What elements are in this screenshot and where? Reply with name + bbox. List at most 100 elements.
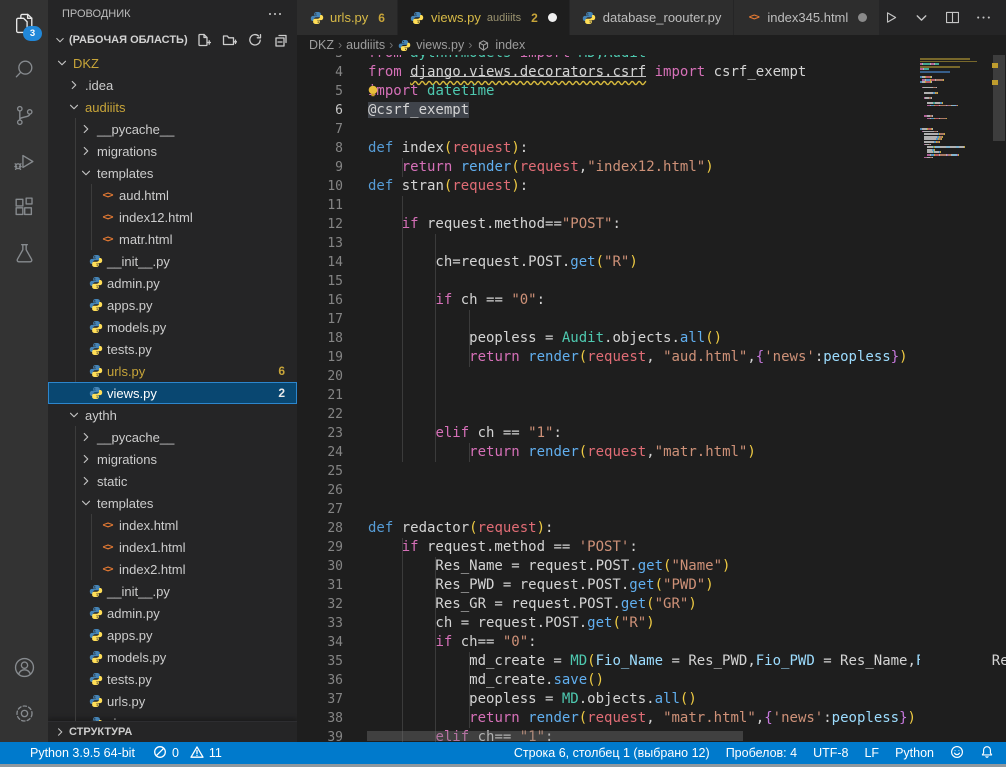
tree-item-admin.py[interactable]: admin.py — [48, 602, 297, 624]
tree-item-index.html[interactable]: <>index.html — [48, 514, 297, 536]
tree-item-matr.html[interactable]: <>matr.html — [48, 228, 297, 250]
code-line-10[interactable]: 10def stran(request): — [297, 177, 1006, 196]
breadcrumb-item-audiiits[interactable]: audiiits — [346, 38, 385, 52]
status-cursor-position[interactable]: Строка 6, столбец 1 (выбрано 12) — [514, 746, 710, 760]
tree-item-templates[interactable]: templates — [48, 162, 297, 184]
status-notifications[interactable] — [980, 745, 994, 762]
code-line-8[interactable]: 8def index(request): — [297, 139, 1006, 158]
code-line-16[interactable]: 16 if ch == "0": — [297, 291, 1006, 310]
tree-item-tests.py[interactable]: tests.py — [48, 338, 297, 360]
tab-database_roouter.py[interactable]: database_roouter.py — [570, 0, 735, 35]
views-more-icon[interactable] — [267, 6, 283, 22]
outline-section-header[interactable]: СТРУКТУРА — [48, 721, 297, 742]
code-line-29[interactable]: 29 if request.method == 'POST': — [297, 538, 1006, 557]
code-line-38[interactable]: 38 return render(request, "matr.html",{'… — [297, 709, 1006, 728]
code-line-7[interactable]: 7 — [297, 120, 1006, 139]
tree-item-urls.py[interactable]: urls.py6 — [48, 360, 297, 382]
status-language-mode[interactable]: Python — [895, 746, 934, 760]
tab-urls.py[interactable]: urls.py6 — [297, 0, 398, 35]
code-line-30[interactable]: 30 Res_Name = request.POST.get("Name") — [297, 557, 1006, 576]
new-file-icon[interactable] — [195, 32, 211, 48]
tree-item-migrations[interactable]: migrations — [48, 448, 297, 470]
split-editor-icon[interactable] — [944, 9, 961, 26]
activity-testing-icon[interactable] — [0, 230, 48, 276]
code-line-36[interactable]: 36 md_create.save() — [297, 671, 1006, 690]
tree-item-index12.html[interactable]: <>index12.html — [48, 206, 297, 228]
code-line-9[interactable]: 9 return render(request,"index12.html") — [297, 158, 1006, 177]
code-line-4[interactable]: 4from django.views.decorators.csrf impor… — [297, 63, 1006, 82]
code-line-22[interactable]: 22 — [297, 405, 1006, 424]
code-line-35[interactable]: 35 md_create = MD(Fio_Name = Res_PWD,Fio… — [297, 652, 1006, 671]
tree-item-.idea[interactable]: .idea — [48, 74, 297, 96]
tree-item-templates[interactable]: templates — [48, 492, 297, 514]
more-actions-icon[interactable] — [975, 9, 992, 26]
tree-item-__init__.py[interactable]: __init__.py — [48, 250, 297, 272]
lightbulb-icon[interactable] — [366, 84, 380, 98]
code-line-6[interactable]: 6@csrf_exempt — [297, 101, 1006, 120]
code-line-17[interactable]: 17 — [297, 310, 1006, 329]
status-problems[interactable]: 011 — [153, 745, 222, 762]
code-line-13[interactable]: 13 — [297, 234, 1006, 253]
collapse-all-icon[interactable] — [273, 32, 289, 48]
code-line-3[interactable]: 3from aythh.models import MD,Audit — [297, 55, 1006, 63]
vertical-scrollbar[interactable] — [992, 55, 1006, 742]
activity-run-debug-icon[interactable] — [0, 138, 48, 184]
status-eol[interactable]: LF — [864, 746, 879, 760]
code-line-19[interactable]: 19 return render(request, "aud.html",{'n… — [297, 348, 1006, 367]
code-line-31[interactable]: 31 Res_PWD = request.POST.get("PWD") — [297, 576, 1006, 595]
breadcrumb-item-DKZ[interactable]: DKZ — [309, 38, 334, 52]
dirty-indicator[interactable] — [548, 13, 557, 22]
code-line-37[interactable]: 37 peopless = MD.objects.all() — [297, 690, 1006, 709]
tree-item-index1.html[interactable]: <>index1.html — [48, 536, 297, 558]
tree-item-aud.html[interactable]: <>aud.html — [48, 184, 297, 206]
status-encoding[interactable]: UTF-8 — [813, 746, 848, 760]
tree-item-migrations[interactable]: migrations — [48, 140, 297, 162]
code-line-20[interactable]: 20 — [297, 367, 1006, 386]
minimap[interactable] — [920, 55, 992, 742]
code-line-14[interactable]: 14 ch=request.POST.get("R") — [297, 253, 1006, 272]
tree-item-apps.py[interactable]: apps.py — [48, 624, 297, 646]
activity-source-control-icon[interactable] — [0, 92, 48, 138]
tree-item-aythh[interactable]: aythh — [48, 404, 297, 426]
tree-item-__pycache__[interactable]: __pycache__ — [48, 426, 297, 448]
code-editor[interactable]: 3from aythh.models import MD,Audit4from … — [297, 55, 1006, 742]
code-line-23[interactable]: 23 elif ch == "1": — [297, 424, 1006, 443]
code-line-18[interactable]: 18 peopless = Audit.objects.all() — [297, 329, 1006, 348]
breadcrumb-item-views.py[interactable]: views.py — [397, 38, 464, 53]
activity-explorer-icon[interactable]: 3 — [0, 0, 48, 46]
code-line-24[interactable]: 24 return render(request,"matr.html") — [297, 443, 1006, 462]
code-line-21[interactable]: 21 — [297, 386, 1006, 405]
status-indentation[interactable]: Пробелов: 4 — [726, 746, 797, 760]
refresh-icon[interactable] — [247, 32, 263, 48]
code-line-33[interactable]: 33 ch = request.POST.get("R") — [297, 614, 1006, 633]
code-line-26[interactable]: 26 — [297, 481, 1006, 500]
tree-item-views.py[interactable]: views.py2 — [48, 382, 297, 404]
tab-views.py[interactable]: views.pyaudiiits2 — [398, 0, 570, 35]
code-line-5[interactable]: 5import datetime — [297, 82, 1006, 101]
tree-item-DKZ[interactable]: DKZ — [48, 52, 297, 74]
workspace-section-header[interactable]: (РАБОЧАЯ ОБЛАСТЬ) ... — [48, 28, 297, 52]
tree-item-tests.py[interactable]: tests.py — [48, 668, 297, 690]
tree-item-urls.py[interactable]: urls.py — [48, 690, 297, 712]
activity-settings-icon[interactable] — [0, 690, 48, 736]
code-line-11[interactable]: 11 — [297, 196, 1006, 215]
code-line-15[interactable]: 15 — [297, 272, 1006, 291]
code-line-28[interactable]: 28def redactor(request): — [297, 519, 1006, 538]
code-line-32[interactable]: 32 Res_GR = request.POST.get("GR") — [297, 595, 1006, 614]
tree-item-apps.py[interactable]: apps.py — [48, 294, 297, 316]
run-python-file-icon[interactable] — [882, 9, 899, 26]
run-dropdown-icon[interactable] — [913, 9, 930, 26]
code-line-25[interactable]: 25 — [297, 462, 1006, 481]
activity-account-icon[interactable] — [0, 644, 48, 690]
tree-item-views.py[interactable]: views.py — [48, 712, 297, 721]
code-line-12[interactable]: 12 if request.method=="POST": — [297, 215, 1006, 234]
code-line-27[interactable]: 27 — [297, 500, 1006, 519]
status-feedback[interactable] — [950, 745, 964, 762]
activity-search-icon[interactable] — [0, 46, 48, 92]
tree-item-audiiits[interactable]: audiiits — [48, 96, 297, 118]
status-python-version[interactable]: Python 3.9.5 64-bit — [30, 746, 135, 760]
tree-item-models.py[interactable]: models.py — [48, 646, 297, 668]
code-line-34[interactable]: 34 if ch== "0": — [297, 633, 1006, 652]
tree-item-static[interactable]: static — [48, 470, 297, 492]
breadcrumb-item-index[interactable]: index — [476, 38, 525, 53]
